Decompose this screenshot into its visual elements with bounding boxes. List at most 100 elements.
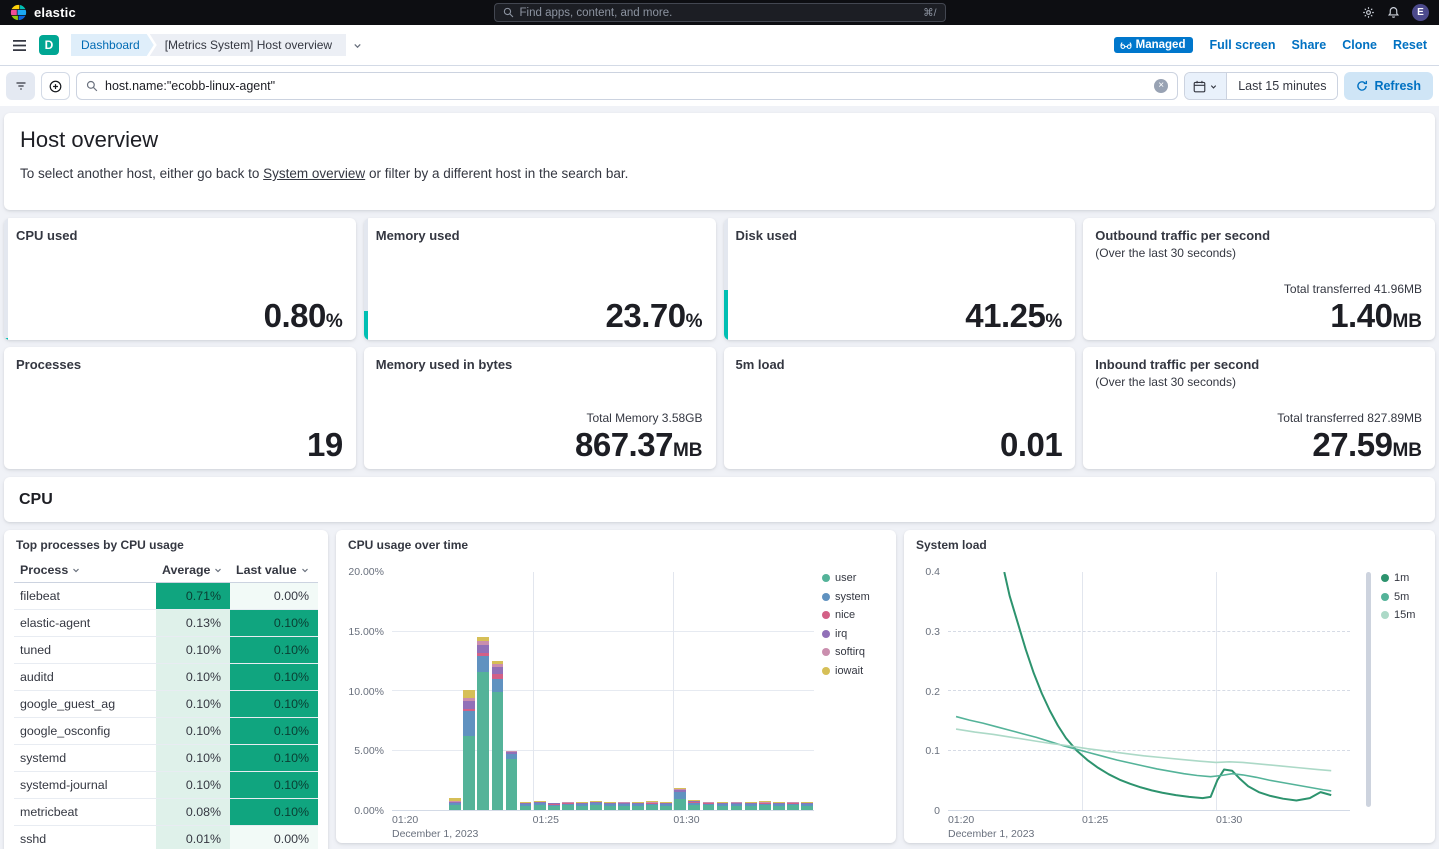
table-row[interactable]: elastic-agent0.13%0.10%	[14, 610, 318, 637]
panel-title: CPU usage over time	[346, 538, 886, 558]
average-cell: 0.10%	[156, 637, 230, 664]
x-axis-tick-label: 01:25	[533, 814, 559, 828]
reset-button[interactable]: Reset	[1393, 38, 1427, 52]
clear-query-icon[interactable]: ×	[1154, 79, 1168, 93]
global-search-input[interactable]: Find apps, content, and more. ⌘/	[494, 3, 946, 22]
table-row[interactable]: google_guest_ag0.10%0.10%	[14, 691, 318, 718]
metric-unit: %	[326, 311, 343, 332]
table-row[interactable]: google_osconfig0.10%0.10%	[14, 718, 318, 745]
metric-card: Inbound traffic per second(Over the last…	[1083, 347, 1435, 469]
cpu-usage-bar[interactable]	[520, 802, 532, 810]
system-overview-link[interactable]: System overview	[263, 166, 365, 181]
cpu-usage-bar[interactable]	[477, 637, 489, 810]
cpu-usage-bar[interactable]	[787, 802, 799, 810]
legend-item-user[interactable]: user	[822, 572, 886, 584]
metric-card: Memory used23.70%	[364, 218, 716, 340]
metric-value-block: 19	[307, 428, 343, 461]
circle-plus-icon	[49, 80, 62, 93]
cpu-usage-bar[interactable]	[463, 690, 475, 810]
calendar-icon	[1193, 80, 1206, 93]
cpu-usage-bar[interactable]	[646, 801, 658, 810]
cpu-usage-bar[interactable]	[590, 801, 602, 810]
query-input[interactable]: host.name:"ecobb-linux-agent" ×	[76, 72, 1178, 100]
metric-value: 1.40MB	[1284, 299, 1422, 332]
bar-segment-iowait	[463, 690, 475, 698]
space-avatar[interactable]: D	[39, 35, 59, 55]
process-name-cell: tuned	[14, 637, 156, 664]
legend-item-softirq[interactable]: softirq	[822, 646, 886, 658]
query-text: host.name:"ecobb-linux-agent"	[105, 79, 275, 93]
table-row[interactable]: auditd0.10%0.10%	[14, 664, 318, 691]
cpu-usage-bar[interactable]	[618, 802, 630, 810]
cpu-usage-bar[interactable]	[449, 798, 461, 810]
share-button[interactable]: Share	[1291, 38, 1326, 52]
average-cell: 0.10%	[156, 664, 230, 691]
cpu-usage-bar[interactable]	[492, 661, 504, 810]
x-axis-label: 01:20December 1, 2023	[392, 814, 478, 841]
time-range-button[interactable]: Last 15 minutes	[1227, 73, 1337, 99]
column-header-average[interactable]: Average	[156, 558, 230, 583]
cpu-usage-bar[interactable]	[562, 802, 574, 810]
cpu-usage-bar[interactable]	[759, 801, 771, 810]
panel-scrollbar[interactable]	[1366, 572, 1371, 807]
column-header-process[interactable]: Process	[14, 558, 156, 583]
cpu-usage-bar[interactable]	[688, 800, 700, 810]
legend-item-15m[interactable]: 15m	[1381, 609, 1425, 621]
metric-unit: MB	[1392, 311, 1422, 332]
x-axis-label: 01:25	[533, 814, 559, 828]
cpu-usage-bar[interactable]	[548, 803, 560, 810]
cpu-usage-bar[interactable]	[604, 802, 616, 810]
full-screen-button[interactable]: Full screen	[1209, 38, 1275, 52]
table-row[interactable]: metricbeat0.08%0.10%	[14, 799, 318, 826]
metric-progress-track	[724, 218, 728, 340]
column-header-last-value[interactable]: Last value	[230, 558, 318, 583]
x-axis-tick-label: 01:30	[1216, 814, 1242, 828]
user-avatar[interactable]: E	[1412, 4, 1429, 21]
table-row[interactable]: sshd0.01%0.00%	[14, 826, 318, 849]
add-filter-button[interactable]	[41, 72, 70, 100]
cpu-usage-bar[interactable]	[674, 788, 686, 810]
alerts-bell-icon[interactable]	[1387, 6, 1400, 19]
refresh-button[interactable]: Refresh	[1344, 72, 1433, 100]
managed-badge[interactable]: Managed	[1114, 37, 1194, 53]
cpu-usage-bar[interactable]	[801, 802, 813, 810]
cpu-usage-bar[interactable]	[731, 802, 743, 810]
legend-item-irq[interactable]: irq	[822, 628, 886, 640]
x-axis-date-label: December 1, 2023	[948, 828, 1034, 842]
clone-button[interactable]: Clone	[1342, 38, 1377, 52]
breadcrumb-dashboard[interactable]: Dashboard	[71, 34, 154, 56]
menu-hamburger-icon[interactable]	[12, 39, 27, 52]
average-cell: 0.10%	[156, 691, 230, 718]
dashboard-navbar: D Dashboard [Metrics System] Host overvi…	[0, 25, 1439, 66]
cpu-usage-bar[interactable]	[703, 802, 715, 810]
legend-item-5m[interactable]: 5m	[1381, 591, 1425, 603]
table-row[interactable]: tuned0.10%0.10%	[14, 637, 318, 664]
cpu-usage-bar[interactable]	[660, 802, 672, 810]
bar-segment-system	[463, 711, 475, 736]
cpu-usage-bar[interactable]	[534, 801, 546, 810]
last-value-cell: 0.10%	[230, 637, 318, 664]
legend-item-iowait[interactable]: iowait	[822, 665, 886, 677]
cpu-usage-bar[interactable]	[506, 751, 518, 811]
table-row[interactable]: systemd-journal0.10%0.10%	[14, 772, 318, 799]
table-row[interactable]: filebeat0.71%0.00%	[14, 583, 318, 610]
cpu-usage-bar[interactable]	[745, 802, 757, 810]
table-row[interactable]: systemd0.10%0.10%	[14, 745, 318, 772]
metric-value-block: Total Memory 3.58GB867.37MB	[575, 411, 703, 461]
cpu-usage-bar[interactable]	[773, 802, 785, 810]
cpu-usage-bar[interactable]	[717, 802, 729, 810]
legend-item-system[interactable]: system	[822, 591, 886, 603]
cpu-usage-bar[interactable]	[632, 802, 644, 810]
chevron-down-icon[interactable]	[352, 40, 363, 51]
metric-title: Memory used in bytes	[376, 357, 704, 372]
date-quick-select-button[interactable]	[1185, 73, 1227, 99]
managed-badge-label: Managed	[1136, 39, 1186, 51]
filter-menu-button[interactable]	[6, 72, 35, 100]
metric-progress-fill	[4, 338, 8, 340]
legend-item-nice[interactable]: nice	[822, 609, 886, 621]
legend-item-1m[interactable]: 1m	[1381, 572, 1425, 584]
elastic-logo-icon[interactable]	[10, 4, 27, 21]
cpu-usage-bar[interactable]	[576, 802, 588, 810]
chevron-down-icon	[1209, 82, 1218, 91]
settings-gear-icon[interactable]	[1362, 6, 1375, 19]
